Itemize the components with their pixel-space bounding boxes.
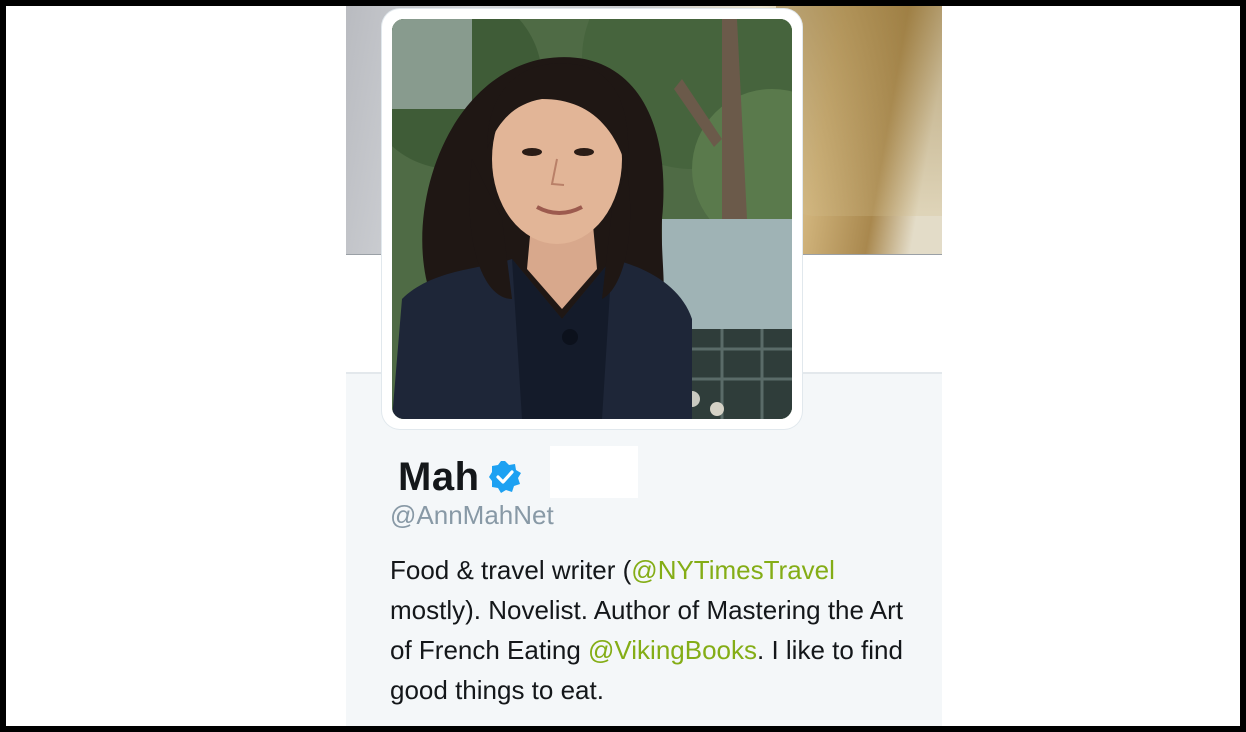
bio-text: Food & travel writer ( bbox=[390, 555, 632, 585]
screenshot-frame: Mah @AnnMahNet Food & travel writer (@NY… bbox=[6, 6, 1240, 726]
profile-handle[interactable]: @AnnMahNet bbox=[390, 500, 554, 531]
profile-display-name[interactable]: Mah bbox=[398, 455, 480, 500]
verified-badge-icon bbox=[488, 460, 522, 494]
redacted-name-area bbox=[550, 446, 638, 498]
profile-bio: Food & travel writer (@NYTimesTravel mos… bbox=[390, 550, 930, 710]
profile-card: Mah @AnnMahNet Food & travel writer (@NY… bbox=[346, 6, 942, 726]
avatar[interactable] bbox=[382, 9, 802, 429]
avatar-photo-illustration bbox=[392, 19, 792, 419]
mention-link-vikingbooks[interactable]: @VikingBooks bbox=[588, 635, 757, 665]
profile-name-row: Mah bbox=[398, 452, 522, 502]
avatar-photo bbox=[392, 19, 792, 419]
mention-link-nytimestravel[interactable]: @NYTimesTravel bbox=[631, 555, 835, 585]
